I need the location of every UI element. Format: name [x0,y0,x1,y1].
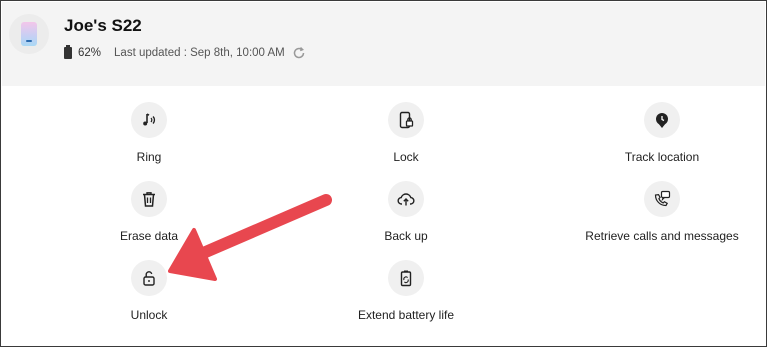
battery-recycle-icon [388,260,424,296]
erase-data-label: Erase data [119,229,179,243]
lock-label: Lock [393,150,419,164]
back-up-button[interactable]: Back up [306,181,506,243]
track-location-button[interactable]: Track location [562,102,762,164]
find-my-device-panel: Joe's S22 62% Last updated : Sep 8th, 10… [0,0,767,347]
phone-icon [21,22,37,46]
location-pin-icon [644,102,680,138]
lock-button[interactable]: Lock [306,102,506,164]
device-status: 62% Last updated : Sep 8th, 10:00 AM [64,45,307,61]
trash-icon [131,181,167,217]
retrieve-calls-messages-label: Retrieve calls and messages [585,229,739,243]
call-message-icon [644,181,680,217]
lock-phone-icon [388,102,424,138]
cloud-upload-icon [388,181,424,217]
ring-label: Ring [136,150,162,164]
unlock-button[interactable]: Unlock [49,260,249,322]
erase-data-button[interactable]: Erase data [49,181,249,243]
extend-battery-life-label: Extend battery life [357,308,455,322]
last-updated-text: Last updated : Sep 8th, 10:00 AM [114,47,285,59]
device-name: Joe's S22 [64,16,142,35]
battery-percentage: 62% [78,47,102,59]
retrieve-calls-messages-button[interactable]: Retrieve calls and messages [562,181,762,243]
device-header [2,2,765,86]
ring-button[interactable]: Ring [49,102,249,164]
battery-icon [64,45,72,59]
track-location-label: Track location [624,150,700,164]
unlock-label: Unlock [130,308,168,322]
device-thumbnail [9,14,49,54]
ring-icon [131,102,167,138]
back-up-label: Back up [384,229,428,243]
extend-battery-life-button[interactable]: Extend battery life [306,260,506,322]
unlock-icon [131,260,167,296]
refresh-icon[interactable] [291,45,307,61]
